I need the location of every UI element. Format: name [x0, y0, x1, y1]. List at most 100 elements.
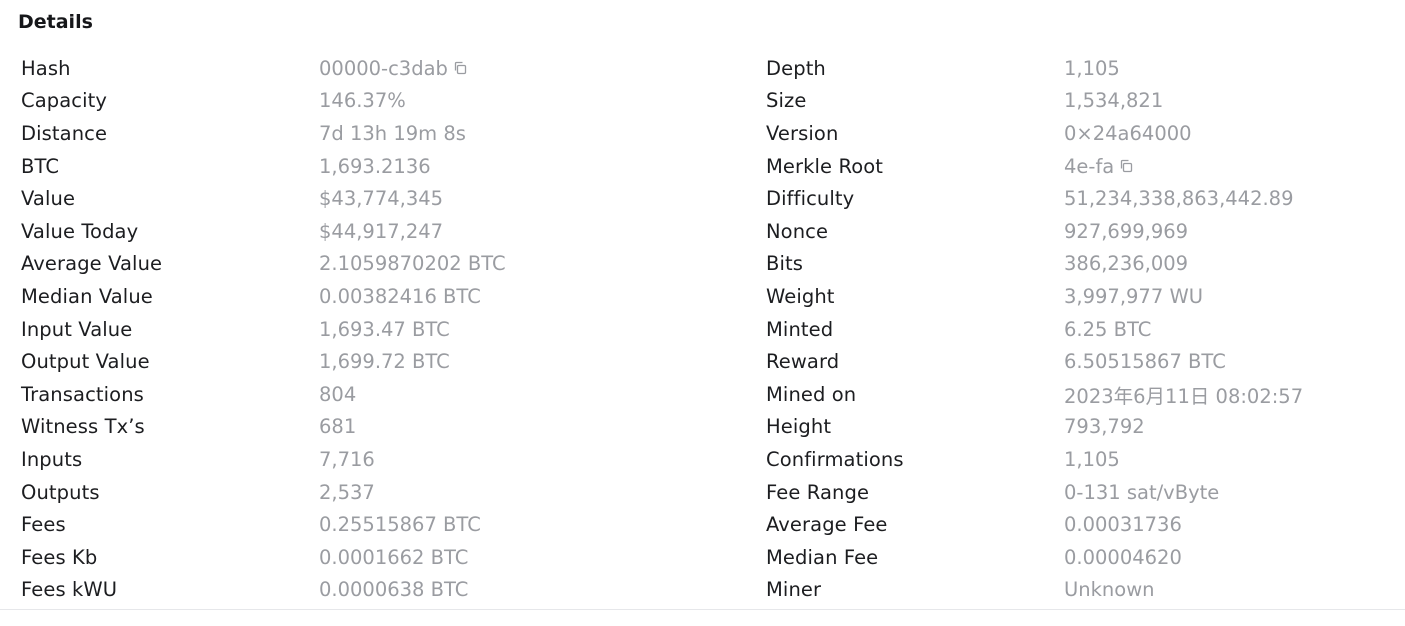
detail-row-median-fee: Median Fee 0.00004620 — [766, 541, 1405, 574]
detail-value-text: 3,997,977 WU — [1064, 284, 1203, 308]
detail-value: 7d 13h 19m 8s — [319, 122, 466, 145]
detail-value: 0.00031736 — [1064, 513, 1182, 536]
detail-value[interactable]: 4e-fa — [1064, 155, 1134, 178]
detail-value: 1,105 — [1064, 448, 1120, 471]
detail-value: 2.1059870202 BTC — [319, 252, 506, 275]
detail-value-text: 7d 13h 19m 8s — [319, 121, 466, 145]
detail-value: 1,534,821 — [1064, 89, 1163, 112]
detail-row-witness-tx-s: Witness Tx’s 681 — [21, 411, 681, 444]
detail-row-distance: Distance 7d 13h 19m 8s — [21, 117, 681, 150]
detail-label: Distance — [21, 121, 108, 145]
detail-value-text: 681 — [319, 415, 357, 439]
detail-value-text: 0.00004620 — [1064, 545, 1182, 569]
detail-row-median-value: Median Value 0.00382416 BTC — [21, 280, 681, 313]
detail-label: Median Value — [21, 284, 153, 308]
details-left-column: Hash 00000-c3dab Capacity 146.37% Distance 7d… — [21, 52, 681, 606]
detail-value: 0.25515867 BTC — [319, 513, 481, 536]
detail-row-reward: Reward 6.50515867 BTC — [766, 345, 1405, 378]
detail-value: 1,105 — [1064, 57, 1120, 80]
detail-row-miner: Miner Unknown — [766, 574, 1405, 607]
detail-label: Minted — [766, 317, 834, 341]
details-right-column: Depth 1,105 Size 1,534,821 Version 0×24a64000… — [766, 52, 1405, 606]
detail-row-average-value: Average Value 2.1059870202 BTC — [21, 248, 681, 281]
detail-label: Value — [21, 187, 76, 211]
copy-icon[interactable] — [452, 60, 468, 76]
detail-label: Miner — [766, 578, 822, 602]
detail-label: Capacity — [21, 89, 108, 113]
detail-value-text: 0.00382416 BTC — [319, 284, 481, 308]
detail-label: Size — [766, 89, 807, 113]
detail-label: Outputs — [21, 480, 100, 504]
detail-value-text: 6.50515867 BTC — [1064, 350, 1226, 374]
detail-row-size: Size 1,534,821 — [766, 85, 1405, 118]
detail-value-text: $44,917,247 — [319, 219, 444, 243]
detail-row-average-fee: Average Fee 0.00031736 — [766, 508, 1405, 541]
detail-value: 0×24a64000 — [1064, 122, 1192, 145]
detail-row-version: Version 0×24a64000 — [766, 117, 1405, 150]
detail-label: Inputs — [21, 447, 83, 471]
detail-value-text: 927,699,969 — [1064, 219, 1189, 243]
detail-value: 146.37% — [319, 89, 406, 112]
detail-row-merkle-root: Merkle Root 4e-fa — [766, 150, 1405, 183]
detail-value: 2,537 — [319, 481, 375, 504]
detail-row-transactions: Transactions 804 — [21, 378, 681, 411]
detail-value: 0.0001662 BTC — [319, 546, 468, 569]
detail-value-text: 0×24a64000 — [1064, 121, 1192, 145]
detail-label: Bits — [766, 252, 804, 276]
detail-row-difficulty: Difficulty 51,234,338,863,442.89 — [766, 182, 1405, 215]
detail-label: Fees Kb — [21, 545, 98, 569]
detail-label: Depth — [766, 56, 826, 80]
detail-label: Value Today — [21, 219, 139, 243]
detail-value: 0.0000638 BTC — [319, 578, 468, 601]
detail-label: Fees kWU — [21, 578, 118, 602]
copy-icon[interactable] — [1118, 158, 1134, 174]
detail-value: 3,997,977 WU — [1064, 285, 1203, 308]
detail-label: Fee Range — [766, 480, 870, 504]
detail-label: BTC — [21, 154, 60, 178]
detail-label: Height — [766, 415, 832, 439]
detail-label: Average Fee — [766, 513, 888, 537]
detail-value-text: 793,792 — [1064, 415, 1145, 439]
detail-value-text: 0.0001662 BTC — [319, 545, 469, 569]
detail-row-nonce: Nonce 927,699,969 — [766, 215, 1405, 248]
detail-row-outputs: Outputs 2,537 — [21, 476, 681, 509]
detail-value: 0-131 sat/vByte — [1064, 481, 1219, 504]
detail-value: 1,699.72 BTC — [319, 350, 450, 373]
detail-label: Average Value — [21, 252, 163, 276]
detail-value-text: 0.0000638 BTC — [319, 578, 469, 602]
detail-value: 7,716 — [319, 448, 375, 471]
detail-label: Hash — [21, 56, 71, 80]
section-title: Details — [18, 11, 93, 33]
detail-value-text: 00000-c3dab — [319, 56, 448, 80]
detail-value-text: 2,537 — [319, 480, 375, 504]
detail-value: 927,699,969 — [1064, 220, 1188, 243]
detail-row-input-value: Input Value 1,693.47 BTC — [21, 313, 681, 346]
detail-value: 386,236,009 — [1064, 252, 1188, 275]
detail-value: 0.00004620 — [1064, 546, 1182, 569]
detail-value-text: 4e-fa — [1064, 154, 1115, 178]
detail-row-capacity: Capacity 146.37% — [21, 85, 681, 118]
detail-value-text: 1,534,821 — [1064, 89, 1164, 113]
detail-value: 681 — [319, 415, 356, 438]
detail-value-text: 386,236,009 — [1064, 252, 1189, 276]
detail-value-text: 2.1059870202 BTC — [319, 252, 506, 276]
detail-value-text: 1,105 — [1064, 56, 1120, 80]
detail-value: 6.50515867 BTC — [1064, 350, 1226, 373]
detail-row-fees: Fees 0.25515867 BTC — [21, 508, 681, 541]
detail-row-mined-on: Mined on 2023年6月11日 08:02:57 — [766, 378, 1405, 411]
detail-row-confirmations: Confirmations 1,105 — [766, 443, 1405, 476]
detail-value-text: 7,716 — [319, 447, 375, 471]
detail-row-bits: Bits 386,236,009 — [766, 248, 1405, 281]
detail-row-inputs: Inputs 7,716 — [21, 443, 681, 476]
detail-value[interactable]: 00000-c3dab — [319, 57, 468, 80]
detail-row-btc: BTC 1,693.2136 — [21, 150, 681, 183]
detail-value: 1,693.2136 — [319, 155, 431, 178]
detail-value: 2023年6月11日 08:02:57 — [1064, 380, 1303, 409]
detail-label: Output Value — [21, 350, 150, 374]
detail-value-text: 1,693.2136 — [319, 154, 431, 178]
detail-value-text: 146.37% — [319, 89, 406, 113]
detail-value: 0.00382416 BTC — [319, 285, 481, 308]
detail-label: Weight — [766, 284, 835, 308]
detail-row-fee-range: Fee Range 0-131 sat/vByte — [766, 476, 1405, 509]
detail-label: Transactions — [21, 382, 144, 406]
